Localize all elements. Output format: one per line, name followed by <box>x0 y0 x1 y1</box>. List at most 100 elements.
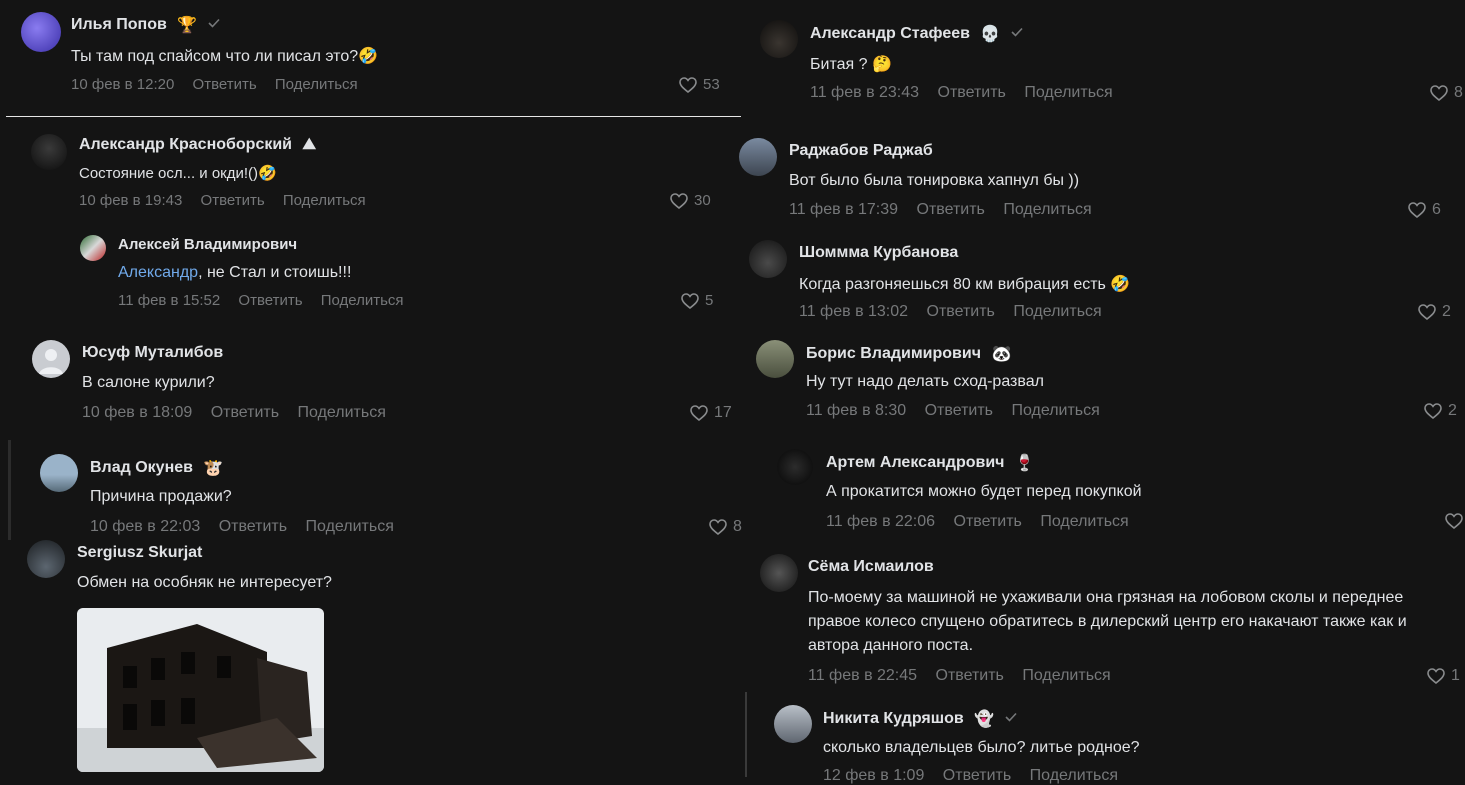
comment-text: По-моему за машиной не ухаживали она гря… <box>808 589 1407 654</box>
like-button[interactable]: 5 <box>681 292 713 309</box>
like-button[interactable]: 17 <box>690 404 732 422</box>
comment-date[interactable]: 11 фев в 22:45 <box>808 667 917 684</box>
badge-icon: 🍷 <box>1014 455 1035 472</box>
like-button[interactable]: 30 <box>670 192 711 209</box>
author-name-text[interactable]: Александр Красноборский <box>79 136 292 153</box>
reply-button[interactable]: Ответить <box>954 513 1022 530</box>
comment-date[interactable]: 10 фев в 12:20 <box>71 76 174 93</box>
comment-meta: 12 фев в 1:09 Ответить Поделиться <box>823 767 1132 785</box>
avatar[interactable] <box>760 20 798 58</box>
reply-button[interactable]: Ответить <box>193 76 257 93</box>
author-name[interactable]: Алексей Владимирович <box>118 236 297 253</box>
reply-button[interactable]: Ответить <box>211 404 279 421</box>
avatar[interactable] <box>32 340 70 378</box>
author-name[interactable]: Sergiusz Skurjat <box>77 544 202 562</box>
author-name[interactable]: Влад Окунев 🐮 <box>90 458 223 478</box>
like-button[interactable]: 2 <box>1418 303 1451 321</box>
check-icon <box>1004 710 1017 728</box>
avatar[interactable] <box>777 449 813 485</box>
comment-date[interactable]: 12 фев в 1:09 <box>823 767 924 784</box>
author-name[interactable]: Раджабов Раджаб <box>789 142 933 160</box>
author-name[interactable]: Илья Попов 🏆 <box>71 15 220 35</box>
comment-date[interactable]: 10 фев в 18:09 <box>82 404 192 421</box>
author-name[interactable]: Александр Стафеев 💀 <box>810 24 1023 44</box>
reply-button[interactable]: Ответить <box>219 518 287 535</box>
comment-date[interactable]: 11 фев в 13:02 <box>799 303 908 320</box>
comment-date[interactable]: 11 фев в 15:52 <box>118 292 220 309</box>
thread-divider <box>6 116 741 117</box>
like-button[interactable] <box>1445 513 1463 529</box>
avatar[interactable] <box>31 134 67 170</box>
share-button[interactable]: Поделиться <box>283 192 366 209</box>
avatar[interactable] <box>40 454 78 492</box>
author-name-text[interactable]: Илья Попов <box>71 16 167 33</box>
share-button[interactable]: Поделиться <box>1003 201 1091 218</box>
reply-button[interactable]: Ответить <box>936 667 1004 684</box>
reply-button[interactable]: Ответить <box>201 192 265 209</box>
mention-link[interactable]: Александр <box>118 264 198 281</box>
reply-button[interactable]: Ответить <box>943 767 1011 784</box>
comment-date[interactable]: 11 фев в 8:30 <box>806 402 906 419</box>
like-button[interactable]: 53 <box>679 76 720 93</box>
share-button[interactable]: Поделиться <box>298 404 386 421</box>
author-name[interactable]: Александр Красноборский ⛰ <box>79 136 316 154</box>
reply-button[interactable]: Ответить <box>917 201 985 218</box>
share-button[interactable]: Поделиться <box>1024 84 1112 101</box>
avatar[interactable] <box>774 705 812 743</box>
avatar[interactable] <box>27 540 65 578</box>
avatar[interactable] <box>80 235 106 261</box>
author-name[interactable]: Сёма Исмаилов <box>808 558 934 576</box>
avatar[interactable] <box>749 240 787 278</box>
author-name[interactable]: Юсуф Муталибов <box>82 344 223 362</box>
like-button[interactable]: 2 <box>1424 402 1457 420</box>
author-name[interactable]: Артем Александрович 🍷 <box>826 453 1035 473</box>
author-name-text[interactable]: Борис Владимирович <box>806 345 981 362</box>
avatar[interactable] <box>21 12 61 52</box>
author-name[interactable]: Никита Кудряшов 👻 <box>823 709 1017 729</box>
like-button[interactable]: 8 <box>709 518 742 536</box>
author-name-text[interactable]: Никита Кудряшов <box>823 710 964 727</box>
comment-meta: 10 фев в 22:03 Ответить Поделиться <box>90 518 408 536</box>
heart-icon <box>679 76 697 93</box>
avatar[interactable] <box>756 340 794 378</box>
comment-text: Ну тут надо делать сход-развал <box>806 373 1044 390</box>
comment-text: Причина продажи? <box>90 488 232 505</box>
author-name[interactable]: Борис Владимирович 🐼 <box>806 344 1011 364</box>
reply-button[interactable]: Ответить <box>925 402 993 419</box>
avatar[interactable] <box>739 138 777 176</box>
like-count: 2 <box>1442 303 1451 320</box>
author-name-text[interactable]: Влад Окунев <box>90 459 193 476</box>
comment-meta: 11 фев в 8:30 Ответить Поделиться <box>806 402 1114 420</box>
comment-text: Обмен на особняк не интересует? <box>77 574 332 591</box>
comment-date[interactable]: 10 фев в 19:43 <box>79 192 182 209</box>
share-button[interactable]: Поделиться <box>1013 303 1101 320</box>
author-name[interactable]: Шоммма Курбанова <box>799 244 958 262</box>
badge-icon: 🐮 <box>203 460 224 477</box>
like-button[interactable]: 8 <box>1430 84 1463 102</box>
reply-button[interactable]: Ответить <box>927 303 995 320</box>
share-button[interactable]: Поделиться <box>275 76 358 93</box>
comment-meta: 11 фев в 13:02 Ответить Поделиться <box>799 303 1116 321</box>
comment-date[interactable]: 11 фев в 22:06 <box>826 513 935 530</box>
like-count: 6 <box>1432 201 1441 218</box>
share-button[interactable]: Поделиться <box>306 518 394 535</box>
like-count: 17 <box>714 404 732 421</box>
author-name-text[interactable]: Александр Стафеев <box>810 25 970 42</box>
like-button[interactable]: 1 <box>1427 667 1460 685</box>
comment-date[interactable]: 10 фев в 22:03 <box>90 518 200 535</box>
share-button[interactable]: Поделиться <box>321 292 404 309</box>
attached-photo[interactable] <box>77 608 324 772</box>
author-name-text[interactable]: Артем Александрович <box>826 454 1004 471</box>
share-button[interactable]: Поделиться <box>1022 667 1110 684</box>
comment-date[interactable]: 11 фев в 17:39 <box>789 201 898 218</box>
avatar[interactable] <box>760 554 798 592</box>
reply-button[interactable]: Ответить <box>238 292 302 309</box>
comment-text: Вот было была тонировка хапнул бы )) <box>789 172 1080 189</box>
like-count: 53 <box>703 76 720 93</box>
share-button[interactable]: Поделиться <box>1040 513 1128 530</box>
share-button[interactable]: Поделиться <box>1030 767 1118 784</box>
comment-date[interactable]: 11 фев в 23:43 <box>810 84 919 101</box>
share-button[interactable]: Поделиться <box>1011 402 1099 419</box>
reply-button[interactable]: Ответить <box>938 84 1006 101</box>
like-button[interactable]: 6 <box>1408 201 1441 219</box>
